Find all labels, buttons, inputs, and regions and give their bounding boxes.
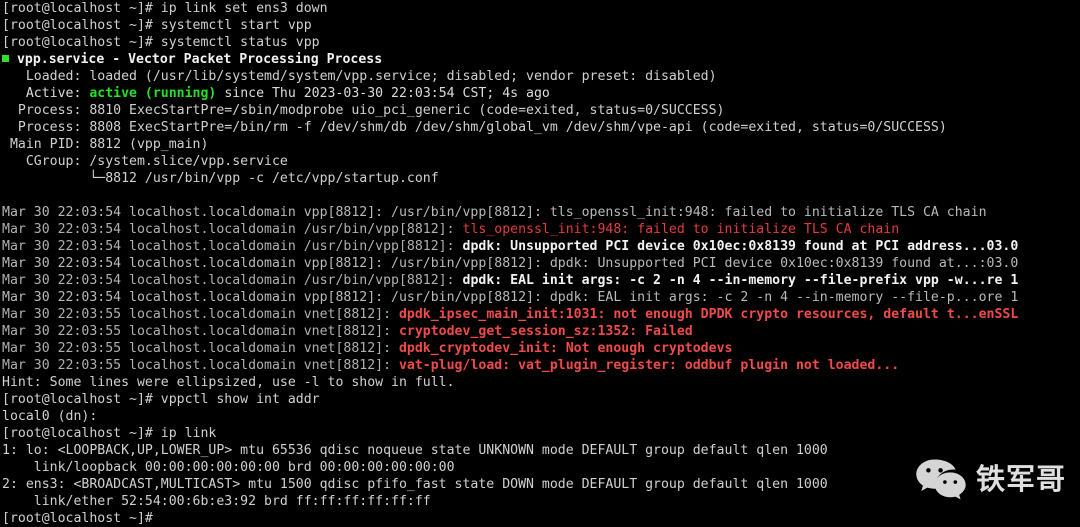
- log-message-error: vat-plug/load: vat_plugin_register: oddb…: [398, 358, 900, 373]
- log-line: Mar 30 22:03:55 localhost.localdomain vn…: [0, 340, 1080, 357]
- log-line: Mar 30 22:03:54 localhost.localdomain /u…: [0, 238, 1080, 255]
- service-title-text: vpp.service - Vector Packet Processing P…: [9, 52, 383, 67]
- service-process-line: Process: 8810 ExecStartPre=/sbin/modprob…: [2, 103, 725, 118]
- log-line: Mar 30 22:03:54 localhost.localdomain vp…: [2, 205, 987, 220]
- service-process-line: Process: 8808 ExecStartPre=/bin/rm -f /d…: [2, 120, 947, 135]
- terminal-line-command: [root@localhost ~]# systemctl start vpp: [2, 18, 312, 33]
- log-message-error: dpdk_ipsec_main_init:1031: not enough DP…: [398, 307, 1019, 322]
- log-message-error: cryptodev_get_session_sz:1352: Failed: [398, 324, 693, 339]
- terminal-line-command: [root@localhost ~]# ip link: [2, 426, 217, 441]
- log-line: Mar 30 22:03:55 localhost.localdomain vn…: [0, 357, 1080, 374]
- vppctl-output-line: local0 (dn):: [2, 409, 98, 424]
- watermark-label: 铁军哥: [975, 461, 1066, 496]
- log-line: Mar 30 22:03:54 localhost.localdomain vp…: [2, 290, 1019, 305]
- log-line: Mar 30 22:03:54 localhost.localdomain /u…: [0, 272, 1080, 289]
- log-prefix: Mar 30 22:03:55 localhost.localdomain vn…: [2, 341, 399, 356]
- hint-line: Hint: Some lines were ellipsized, use -l…: [2, 375, 455, 390]
- service-status-bullet-icon: [2, 54, 9, 62]
- log-message-error: dpdk_cryptodev_init: Not enough cryptode…: [398, 341, 733, 356]
- service-title-line: vpp.service - Vector Packet Processing P…: [0, 51, 1080, 68]
- log-message-warning: dpdk: Unsupported PCI device 0x10ec:0x81…: [462, 239, 1019, 254]
- log-prefix: Mar 30 22:03:55 localhost.localdomain vn…: [2, 307, 399, 322]
- service-loaded-line: Loaded: loaded (/usr/lib/systemd/system/…: [2, 69, 717, 84]
- log-message-warning: dpdk: EAL init args: -c 2 -n 4 --in-memo…: [462, 273, 1019, 288]
- service-active-since: since Thu 2023-03-30 22:03:54 CST; 4s ag…: [216, 86, 550, 101]
- service-active-label: Active:: [2, 86, 90, 101]
- terminal-window[interactable]: [root@localhost ~]# ip link set ens3 dow…: [0, 0, 1080, 526]
- log-prefix: Mar 30 22:03:55 localhost.localdomain vn…: [2, 324, 399, 339]
- wechat-logo-icon: [915, 457, 967, 501]
- log-line: Mar 30 22:03:54 localhost.localdomain vp…: [2, 256, 1019, 271]
- log-prefix: Mar 30 22:03:55 localhost.localdomain vn…: [2, 358, 399, 373]
- terminal-line-command: [root@localhost ~]# vppctl show int addr: [2, 392, 320, 407]
- log-prefix: Mar 30 22:03:54 localhost.localdomain /u…: [2, 273, 463, 288]
- service-cgroup-line: CGroup: /system.slice/vpp.service: [2, 154, 288, 169]
- terminal-line-command: [root@localhost ~]# ip link set ens3 dow…: [2, 1, 328, 16]
- log-prefix: Mar 30 22:03:54 localhost.localdomain /u…: [2, 239, 463, 254]
- log-prefix: Mar 30 22:03:54 localhost.localdomain /u…: [2, 222, 463, 237]
- service-cgroup-child-line: └─8812 /usr/bin/vpp -c /etc/vpp/startup.…: [2, 171, 439, 186]
- service-active-line: Active: active (running) since Thu 2023-…: [0, 85, 1080, 102]
- log-line: Mar 30 22:03:54 localhost.localdomain /u…: [0, 221, 1080, 238]
- service-active-state: active (running): [89, 86, 217, 101]
- wechat-watermark: 铁军哥: [915, 457, 1066, 501]
- log-line: Mar 30 22:03:55 localhost.localdomain vn…: [0, 323, 1080, 340]
- log-line: Mar 30 22:03:55 localhost.localdomain vn…: [0, 306, 1080, 323]
- service-mainpid-line: Main PID: 8812 (vpp_main): [2, 137, 209, 152]
- terminal-line-command: [root@localhost ~]# systemctl status vpp: [2, 35, 320, 50]
- log-message-error: tls_openssl_init:948: failed to initiali…: [462, 222, 900, 237]
